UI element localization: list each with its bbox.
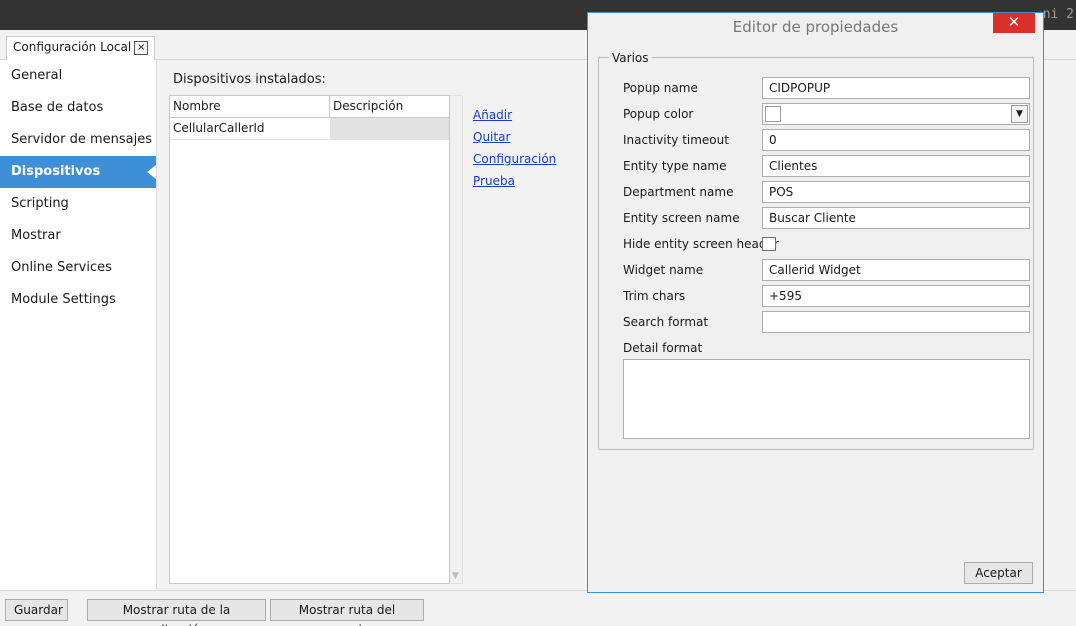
table-row[interactable]: CellularCallerId	[170, 118, 449, 140]
sidebar-item-general[interactable]: General	[0, 60, 156, 92]
save-button[interactable]: Guardar	[5, 599, 68, 621]
grid-header: Nombre Descripción	[170, 96, 449, 118]
close-icon[interactable]: ✕	[993, 13, 1035, 33]
configuration-link[interactable]: Configuración	[473, 148, 556, 170]
hide-entity-screen-header-label: Hide entity screen header	[623, 237, 779, 251]
popup-color-label: Popup color	[623, 107, 694, 121]
property-editor-dialog: Editor de propiedades ✕ Varios Popup nam…	[587, 12, 1044, 593]
cell-descripcion[interactable]	[330, 118, 449, 139]
add-link[interactable]: Añadir	[473, 104, 556, 126]
sidebar-item-module-settings[interactable]: Module Settings	[0, 284, 156, 316]
group-legend: Varios	[609, 51, 652, 65]
department-name-label: Department name	[623, 185, 734, 199]
cell-nombre[interactable]: CellularCallerId	[170, 118, 330, 139]
entity-type-name-label: Entity type name	[623, 159, 727, 173]
devices-grid: Nombre Descripción CellularCallerId	[169, 95, 450, 584]
show-app-path-button[interactable]: Mostrar ruta de la aplicación	[87, 599, 266, 626]
tab-label: Configuración Local	[13, 40, 132, 54]
sidebar-item-scripting[interactable]: Scripting	[0, 188, 156, 220]
tab-close-icon[interactable]: ×	[134, 40, 149, 55]
show-user-path-button[interactable]: Mostrar ruta del usuario	[270, 599, 424, 626]
bottom-bar: Guardar Mostrar ruta de la aplicación Mo…	[0, 590, 1076, 626]
tab-configuracion-local[interactable]: Configuración Local ×	[6, 36, 156, 60]
entity-type-name-input[interactable]: Clientes	[762, 155, 1030, 177]
department-name-input[interactable]: POS	[762, 181, 1030, 203]
chevron-down-icon[interactable]: ▼	[1011, 105, 1028, 123]
sidebar-item-mostrar[interactable]: Mostrar	[0, 220, 156, 252]
detail-format-textarea[interactable]	[623, 359, 1030, 439]
widget-name-input[interactable]: Callerid Widget	[762, 259, 1030, 281]
sidebar: General Base de datos Servidor de mensaj…	[0, 60, 157, 590]
accept-button[interactable]: Aceptar	[964, 562, 1033, 584]
top-bar-text: ni 2	[1042, 7, 1074, 22]
inactivity-timeout-input[interactable]: 0	[762, 129, 1030, 151]
color-swatch	[765, 106, 781, 122]
search-format-label: Search format	[623, 315, 709, 329]
installed-devices-label: Dispositivos instalados:	[173, 72, 326, 87]
entity-screen-name-label: Entity screen name	[623, 211, 740, 225]
popup-color-select[interactable]: ▼	[762, 103, 1030, 125]
column-header-nombre[interactable]: Nombre	[170, 96, 330, 118]
varios-group: Varios Popup name CIDPOPUP Popup color ▼…	[598, 51, 1034, 450]
search-format-input[interactable]	[762, 311, 1030, 333]
column-header-descripcion[interactable]: Descripción	[330, 96, 449, 118]
detail-format-label: Detail format	[623, 341, 703, 355]
test-link[interactable]: Prueba	[473, 170, 556, 192]
sidebar-item-dispositivos[interactable]: Dispositivos	[0, 156, 156, 188]
device-actions: Añadir Quitar Configuración Prueba	[473, 104, 556, 192]
dialog-title: Editor de propiedades	[732, 18, 899, 36]
sidebar-item-servidor-de-mensajes[interactable]: Servidor de mensajes	[0, 124, 156, 156]
widget-name-label: Widget name	[623, 263, 704, 277]
trim-chars-input[interactable]: +595	[762, 285, 1030, 307]
trim-chars-label: Trim chars	[623, 289, 686, 303]
popup-name-input[interactable]: CIDPOPUP	[762, 77, 1030, 99]
sidebar-item-base-de-datos[interactable]: Base de datos	[0, 92, 156, 124]
remove-link[interactable]: Quitar	[473, 126, 556, 148]
sidebar-item-online-services[interactable]: Online Services	[0, 252, 156, 284]
grid-scrollbar[interactable]: ▼	[450, 95, 463, 584]
inactivity-timeout-label: Inactivity timeout	[623, 133, 729, 147]
scroll-down-icon[interactable]: ▼	[452, 571, 459, 581]
popup-name-label: Popup name	[623, 81, 698, 95]
entity-screen-name-input[interactable]: Buscar Cliente	[762, 207, 1030, 229]
hide-entity-screen-header-checkbox[interactable]	[762, 237, 776, 251]
